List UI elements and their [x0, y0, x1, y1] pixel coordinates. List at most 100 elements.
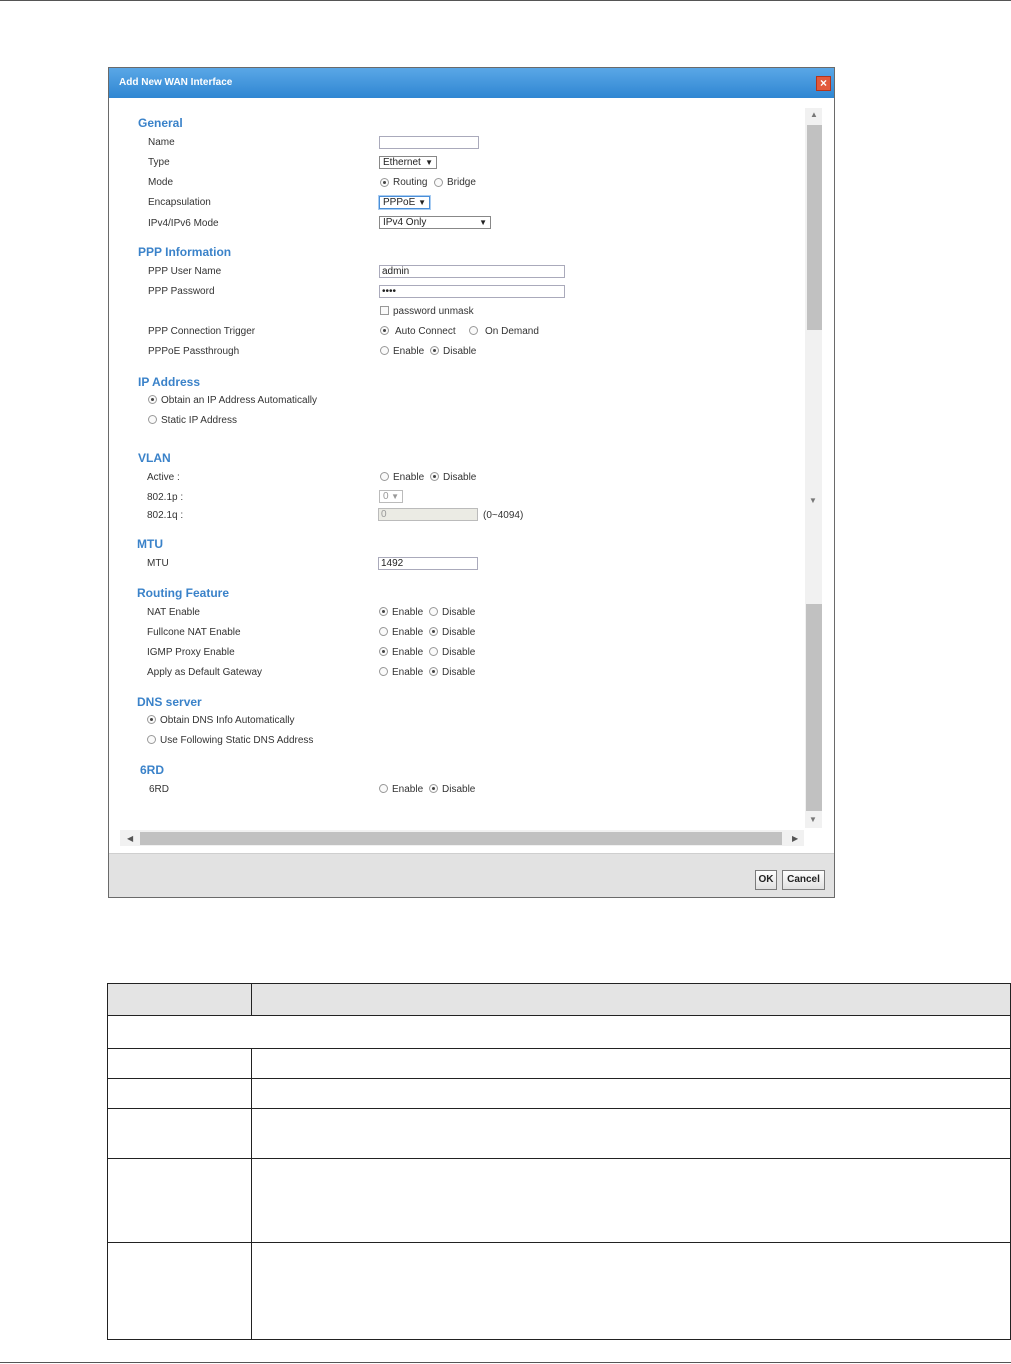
igmp-enable-radio[interactable] — [379, 647, 388, 656]
nat-disable-radio[interactable] — [429, 607, 438, 616]
igmp-label: IGMP Proxy Enable — [147, 647, 235, 658]
igmp-enable-label: Enable — [392, 647, 424, 658]
cancel-button[interactable]: Cancel — [782, 870, 825, 890]
password-unmask-label: password unmask — [393, 306, 474, 317]
mtu-heading: MTU — [137, 537, 163, 551]
mode-routing-label: Routing — [393, 177, 428, 188]
mode-bridge-label: Bridge — [447, 177, 476, 188]
type-select[interactable]: Ethernet ▼ — [379, 156, 437, 169]
scroll-left-icon[interactable]: ◀ — [127, 834, 133, 843]
vlan-8021q-range: (0~4094) — [483, 510, 524, 521]
igmp-disable-label: Disable — [442, 647, 476, 658]
table-col-divider — [251, 984, 252, 1015]
dns-static-radio[interactable] — [147, 735, 156, 744]
page-bottom-rule — [0, 1362, 1011, 1363]
trigger-auto-radio[interactable] — [380, 326, 389, 335]
routing-heading: Routing Feature — [137, 586, 229, 600]
ip-static-label: Static IP Address — [161, 415, 237, 426]
vlan-8021p-select[interactable]: 0 ▼ — [379, 490, 403, 503]
chevron-down-icon: ▼ — [425, 158, 433, 167]
nat-label: NAT Enable — [147, 607, 200, 618]
chevron-down-icon: ▼ — [479, 218, 487, 227]
sixrd-disable-label: Disable — [442, 784, 476, 795]
chevron-down-icon: ▼ — [418, 198, 426, 207]
mode-bridge-radio[interactable] — [434, 178, 443, 187]
vlan-enable-label: Enable — [393, 472, 425, 483]
table-col-divider — [251, 1159, 252, 1242]
add-wan-dialog: Add New WAN Interface × General Name Typ… — [108, 67, 835, 898]
fullcone-disable-label: Disable — [442, 627, 476, 638]
vlan-disable-label: Disable — [443, 472, 477, 483]
ip-auto-radio[interactable] — [148, 395, 157, 404]
sixrd-heading: 6RD — [140, 763, 165, 777]
name-label: Name — [148, 137, 175, 148]
type-value: Ethernet — [383, 157, 421, 168]
ppp-user-label: PPP User Name — [148, 266, 222, 277]
table-row — [107, 1242, 1011, 1340]
passthrough-disable-radio[interactable] — [430, 346, 439, 355]
name-input[interactable] — [379, 136, 479, 149]
table-col-divider — [251, 1109, 252, 1158]
ip-heading: IP Address — [138, 375, 201, 389]
passthrough-disable-label: Disable — [443, 346, 477, 357]
dns-static-label: Use Following Static DNS Address — [160, 735, 314, 746]
nat-enable-label: Enable — [392, 607, 424, 618]
sixrd-disable-radio[interactable] — [429, 784, 438, 793]
ppp-user-input[interactable] — [379, 265, 565, 278]
vlan-active-label: Active : — [147, 472, 180, 483]
gateway-enable-radio[interactable] — [379, 667, 388, 676]
ipmode-label: IPv4/IPv6 Mode — [148, 218, 219, 229]
trigger-demand-radio[interactable] — [469, 326, 478, 335]
gateway-disable-label: Disable — [442, 667, 476, 678]
ip-static-radio[interactable] — [148, 415, 157, 424]
vlan-8021q-input[interactable]: 0 — [378, 508, 478, 521]
table-row — [107, 1108, 1011, 1158]
table-row — [107, 1048, 1011, 1078]
close-icon[interactable]: × — [816, 76, 831, 91]
dialog-title: Add New WAN Interface — [119, 77, 233, 88]
chevron-down-icon: ▼ — [391, 492, 399, 501]
mode-label: Mode — [148, 177, 174, 188]
fullcone-enable-radio[interactable] — [379, 627, 388, 636]
ipmode-select[interactable]: IPv4 Only ▼ — [379, 216, 491, 229]
vlan-disable-radio[interactable] — [430, 472, 439, 481]
encapsulation-select[interactable]: PPPoE ▼ — [379, 196, 430, 209]
sixrd-label: 6RD — [149, 784, 170, 795]
horizontal-scroll-thumb[interactable] — [140, 832, 782, 845]
page-top-rule — [0, 0, 1011, 1]
gateway-enable-label: Enable — [392, 667, 424, 678]
dns-auto-label: Obtain DNS Info Automatically — [160, 715, 295, 726]
wan-form: General Name Type Ethernet ▼ Mode Routing… — [109, 98, 834, 850]
dns-auto-radio[interactable] — [147, 715, 156, 724]
vlan-8021p-value: 0 — [383, 491, 389, 502]
vertical-scroll-thumb-outer[interactable] — [806, 604, 822, 811]
ppp-password-input[interactable]: •••• — [379, 285, 565, 298]
vlan-8021p-label: 802.1p : — [147, 492, 184, 503]
scroll-down-outer-icon[interactable]: ▼ — [809, 815, 817, 824]
password-unmask-checkbox[interactable] — [380, 306, 389, 315]
vlan-enable-radio[interactable] — [380, 472, 389, 481]
sixrd-enable-radio[interactable] — [379, 784, 388, 793]
scroll-right-icon[interactable]: ▶ — [792, 834, 798, 843]
table-col-divider — [251, 1049, 252, 1078]
mtu-input[interactable] — [378, 557, 478, 570]
igmp-disable-radio[interactable] — [429, 647, 438, 656]
ppp-heading: PPP Information — [138, 245, 232, 259]
ppp-trigger-label: PPP Connection Trigger — [148, 326, 256, 337]
ok-button[interactable]: OK — [755, 870, 777, 890]
passthrough-enable-radio[interactable] — [380, 346, 389, 355]
scroll-up-icon[interactable]: ▲ — [810, 110, 818, 119]
nat-enable-radio[interactable] — [379, 607, 388, 616]
table-col-divider — [251, 1079, 252, 1108]
ip-auto-label: Obtain an IP Address Automatically — [161, 395, 318, 406]
vertical-scroll-thumb[interactable] — [807, 125, 822, 330]
dialog-title-bar: Add New WAN Interface × — [109, 68, 834, 98]
table-section-row — [107, 1015, 1011, 1048]
mode-routing-radio[interactable] — [380, 178, 389, 187]
mtu-label: MTU — [147, 558, 169, 569]
fullcone-disable-radio[interactable] — [429, 627, 438, 636]
scroll-down-icon[interactable]: ▼ — [809, 496, 817, 505]
table-row — [107, 1078, 1011, 1108]
fullcone-enable-label: Enable — [392, 627, 424, 638]
gateway-disable-radio[interactable] — [429, 667, 438, 676]
